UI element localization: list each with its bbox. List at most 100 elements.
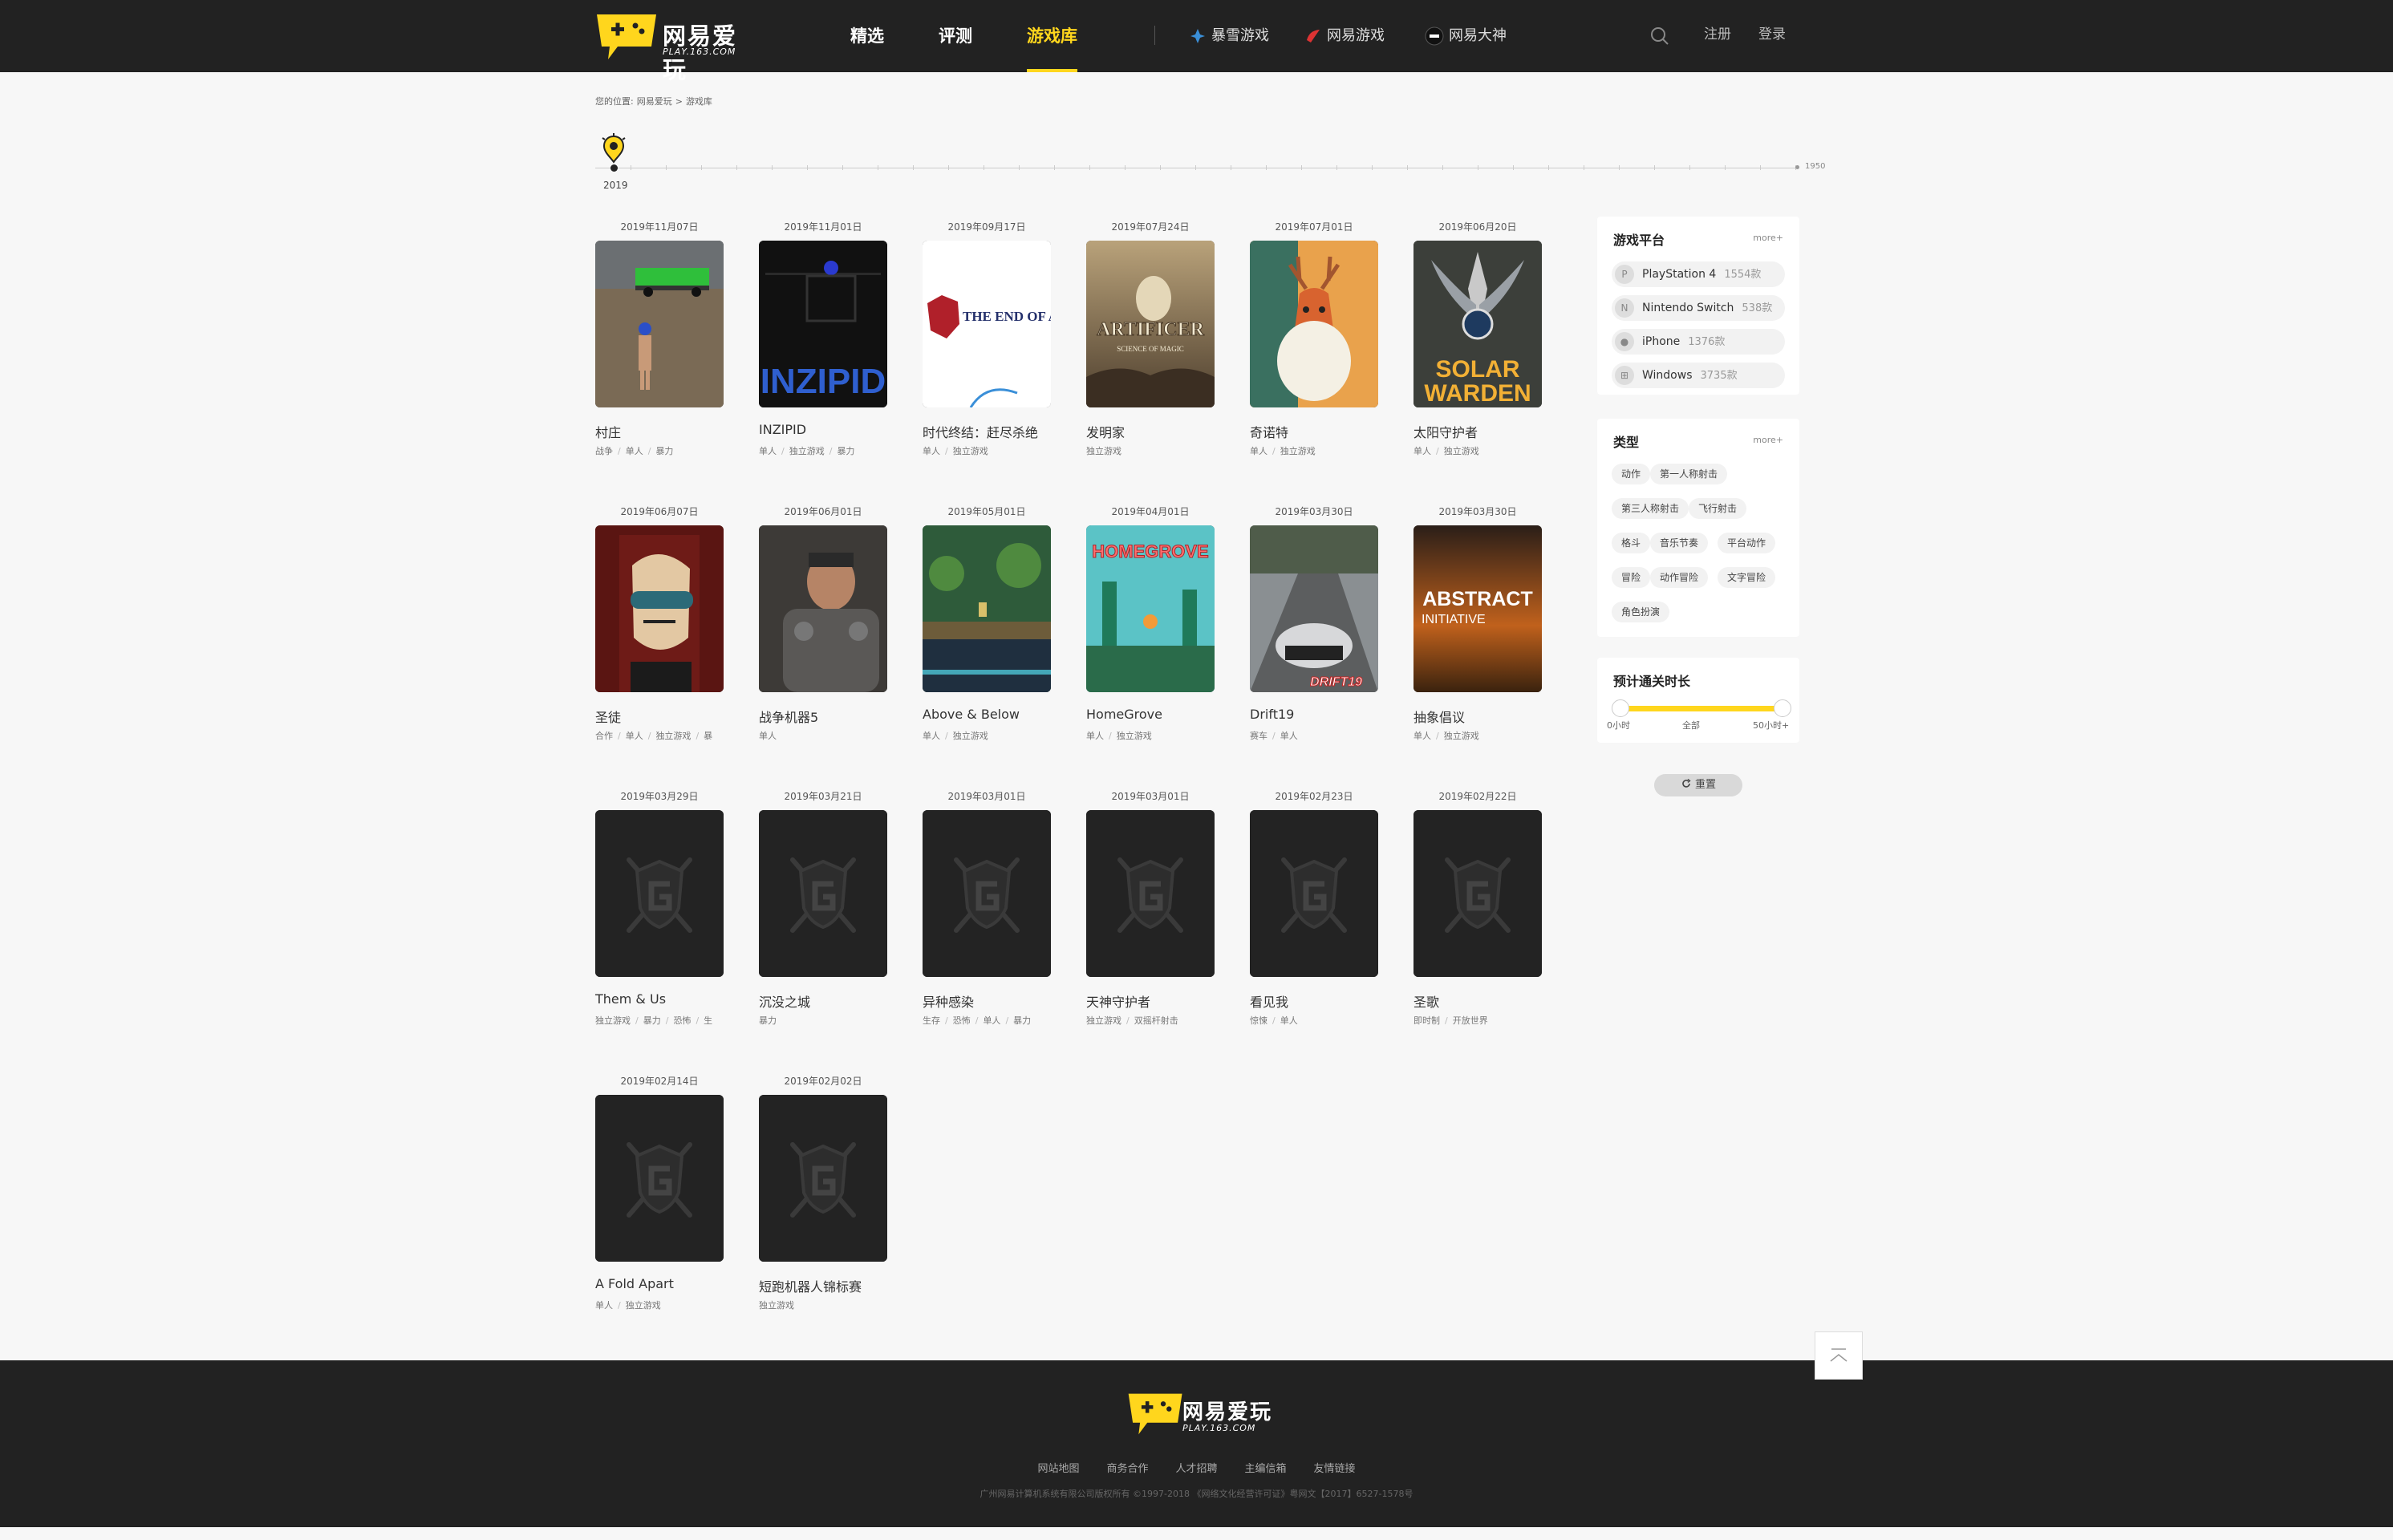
game-tag[interactable]: 单人 <box>1413 731 1431 741</box>
game-tag[interactable]: 单人 <box>626 731 643 741</box>
game-title[interactable]: 异种感染 <box>923 991 1083 1011</box>
game-tag[interactable]: 独立游戏 <box>1117 731 1152 741</box>
game-cover-image[interactable]: ABSTRACT INITIATIVE <box>1413 525 1542 692</box>
game-title[interactable]: 看见我 <box>1250 991 1410 1011</box>
nav-game-library[interactable]: 游戏库 <box>1027 0 1077 72</box>
game-tag[interactable]: 单人 <box>1280 1015 1298 1026</box>
game-card[interactable]: 2019年05月01日 Above & Below 单人 / 独立游戏 <box>923 505 1051 745</box>
placeholder-cover-icon[interactable] <box>1413 810 1542 977</box>
game-card[interactable]: 2019年09月17日THE END OF AN AGE时代终结：赶尽杀绝单人/… <box>923 220 1051 460</box>
game-card[interactable]: 2019年03月01日 异种感染 生存 / 恐怖 / 单人 / 暴力 <box>923 789 1051 1030</box>
game-tag[interactable]: 单人 <box>923 731 940 741</box>
game-tag[interactable]: 单人 <box>626 446 643 456</box>
game-tag[interactable]: 独立游戏 <box>1086 1015 1121 1026</box>
game-card[interactable]: 2019年07月01日 奇诺特 单人 / 独立游戏 <box>1250 220 1378 460</box>
genre-chip[interactable]: 第三人称射击 <box>1612 498 1689 519</box>
year-timeline[interactable]: 2019 1950 <box>595 128 1826 192</box>
genre-chip[interactable]: 音乐节奏 <box>1650 533 1709 553</box>
footer-link[interactable]: 主编信箱 <box>1245 1463 1287 1475</box>
game-title[interactable]: 圣歌 <box>1413 991 1574 1011</box>
game-card[interactable]: 2019年02月14日 A Fold Apart 单人 / 独立游戏 <box>595 1074 724 1315</box>
game-title[interactable]: A Fold Apart <box>595 1276 756 1291</box>
game-card[interactable]: 2019年02月23日 看见我 惊悚 / 单人 <box>1250 789 1378 1030</box>
game-card[interactable]: 2019年11月01日 INZIPID INZIPID 单人 / 独立游戏 / 暴力 <box>759 220 887 460</box>
partner-blizzard[interactable]: 暴雪游戏 <box>1189 0 1269 72</box>
game-title[interactable]: HomeGrove <box>1086 707 1247 722</box>
game-tag[interactable]: 惊悚 <box>1250 1015 1267 1026</box>
game-card[interactable]: 2019年02月22日 圣歌 即时制 / 开放世界 <box>1413 789 1542 1030</box>
genre-chip[interactable]: 动作 <box>1612 464 1651 484</box>
game-tag[interactable]: 独立游戏 <box>1280 446 1316 456</box>
footer-link[interactable]: 网站地图 <box>1037 1463 1079 1475</box>
game-card[interactable]: 2019年11月07日 村庄 战争 / 单人 / 暴力 <box>595 220 724 460</box>
game-tag[interactable]: 独立游戏 <box>953 731 988 741</box>
game-title[interactable]: 奇诺特 <box>1250 422 1410 441</box>
game-tag[interactable]: 暴力 <box>643 1015 661 1026</box>
platform-more-link[interactable]: more+ <box>1753 233 1783 243</box>
platform-ps4[interactable]: P PlayStation 4 1554款 <box>1612 261 1785 287</box>
reset-filters-button[interactable]: 重置 <box>1654 774 1742 796</box>
game-tag[interactable]: 单人 <box>923 446 940 456</box>
game-cover-image[interactable] <box>1250 241 1378 407</box>
game-title[interactable]: Them & Us <box>595 991 756 1007</box>
genre-chip[interactable]: 第一人称射击 <box>1650 464 1728 484</box>
game-cover-image[interactable]: THE END OF AN AGE <box>923 241 1051 407</box>
game-tag[interactable]: 单人 <box>595 1300 613 1311</box>
game-tag[interactable]: 暴 <box>704 731 712 741</box>
game-title[interactable]: 战争机器5 <box>759 707 919 726</box>
game-card[interactable]: 2019年03月29日 Them & Us 独立游戏 / 暴力 / 恐怖 / 生 <box>595 789 724 1030</box>
partner-dashen[interactable]: 网易大神 <box>1425 0 1507 72</box>
game-tag[interactable]: 暴力 <box>837 446 854 456</box>
game-tag[interactable]: 赛车 <box>1250 731 1267 741</box>
game-card[interactable]: 2019年06月20日 SOLAR WARDEN 太阳守护者 单人 / 独立游戏 <box>1413 220 1542 460</box>
game-card[interactable]: 2019年02月02日 短跑机器人锦标赛 独立游戏 <box>759 1074 887 1315</box>
game-tag[interactable]: 恐怖 <box>953 1015 971 1026</box>
game-card[interactable]: 2019年04月01日 HOMEGROVE HomeGrove 单人 / 独立游戏 <box>1086 505 1215 745</box>
site-logo[interactable]: 网易爱玩 PLAY.163.COM <box>595 11 756 83</box>
breadcrumb-home[interactable]: 网易爱玩 <box>637 96 672 107</box>
game-cover-image[interactable]: INZIPID <box>759 241 887 407</box>
game-title[interactable]: 圣徒 <box>595 707 756 726</box>
genre-chip[interactable]: 平台动作 <box>1718 533 1776 553</box>
game-tag[interactable]: 独立游戏 <box>789 446 825 456</box>
game-card[interactable]: 2019年03月30日 ABSTRACT INITIATIVE 抽象倡议 单人 / 独立游戏 <box>1413 505 1542 745</box>
game-tag[interactable]: 单人 <box>1413 446 1431 456</box>
placeholder-cover-icon[interactable] <box>759 1095 887 1262</box>
footer-logo[interactable]: 网易爱玩 PLAY.163.COM <box>1126 1391 1287 1441</box>
platform-windows[interactable]: ⊞ Windows 3735款 <box>1612 363 1785 388</box>
placeholder-cover-icon[interactable] <box>595 1095 724 1262</box>
game-cover-image[interactable] <box>923 525 1051 692</box>
game-tag[interactable]: 暴力 <box>759 1015 777 1026</box>
duration-slider-track[interactable] <box>1621 706 1783 711</box>
game-tag[interactable]: 双摇杆射击 <box>1134 1015 1178 1026</box>
game-title[interactable]: Drift19 <box>1250 707 1410 722</box>
game-tag[interactable]: 单人 <box>1086 731 1104 741</box>
game-cover-image[interactable] <box>595 525 724 692</box>
game-tag[interactable]: 单人 <box>759 446 777 456</box>
placeholder-cover-icon[interactable] <box>1250 810 1378 977</box>
year-marker-icon[interactable] <box>600 133 627 165</box>
game-tag[interactable]: 单人 <box>1280 731 1298 741</box>
game-tag[interactable]: 开放世界 <box>1453 1015 1488 1026</box>
game-tag[interactable]: 独立游戏 <box>595 1015 631 1026</box>
game-tag[interactable]: 战争 <box>595 446 613 456</box>
game-title[interactable]: 村庄 <box>595 422 756 441</box>
placeholder-cover-icon[interactable] <box>923 810 1051 977</box>
game-tag[interactable]: 生存 <box>923 1015 940 1026</box>
game-card[interactable]: 2019年06月01日 战争机器5 单人 <box>759 505 887 745</box>
game-card[interactable]: 2019年06月07日 圣徒 合作 / 单人 / 独立游戏 / 暴 <box>595 505 724 745</box>
game-title[interactable]: 时代终结：赶尽杀绝 <box>923 422 1083 441</box>
game-tag[interactable]: 单人 <box>759 731 777 741</box>
game-tag[interactable]: 独立游戏 <box>655 731 691 741</box>
genre-chip[interactable]: 文字冒险 <box>1718 567 1776 588</box>
game-tag[interactable]: 单人 <box>1250 446 1267 456</box>
game-tag[interactable]: 暴力 <box>1013 1015 1031 1026</box>
login-link[interactable]: 登录 <box>1758 0 1786 72</box>
game-tag[interactable]: 即时制 <box>1413 1015 1440 1026</box>
game-tag[interactable]: 独立游戏 <box>1086 446 1121 456</box>
game-title[interactable]: 短跑机器人锦标赛 <box>759 1276 919 1295</box>
game-title[interactable]: 沉没之城 <box>759 991 919 1011</box>
game-card[interactable]: 2019年03月30日 DRIFT19 Drift19 赛车 / 单人 <box>1250 505 1378 745</box>
game-tag[interactable]: 独立游戏 <box>626 1300 661 1311</box>
footer-link[interactable]: 人才招聘 <box>1175 1463 1217 1475</box>
